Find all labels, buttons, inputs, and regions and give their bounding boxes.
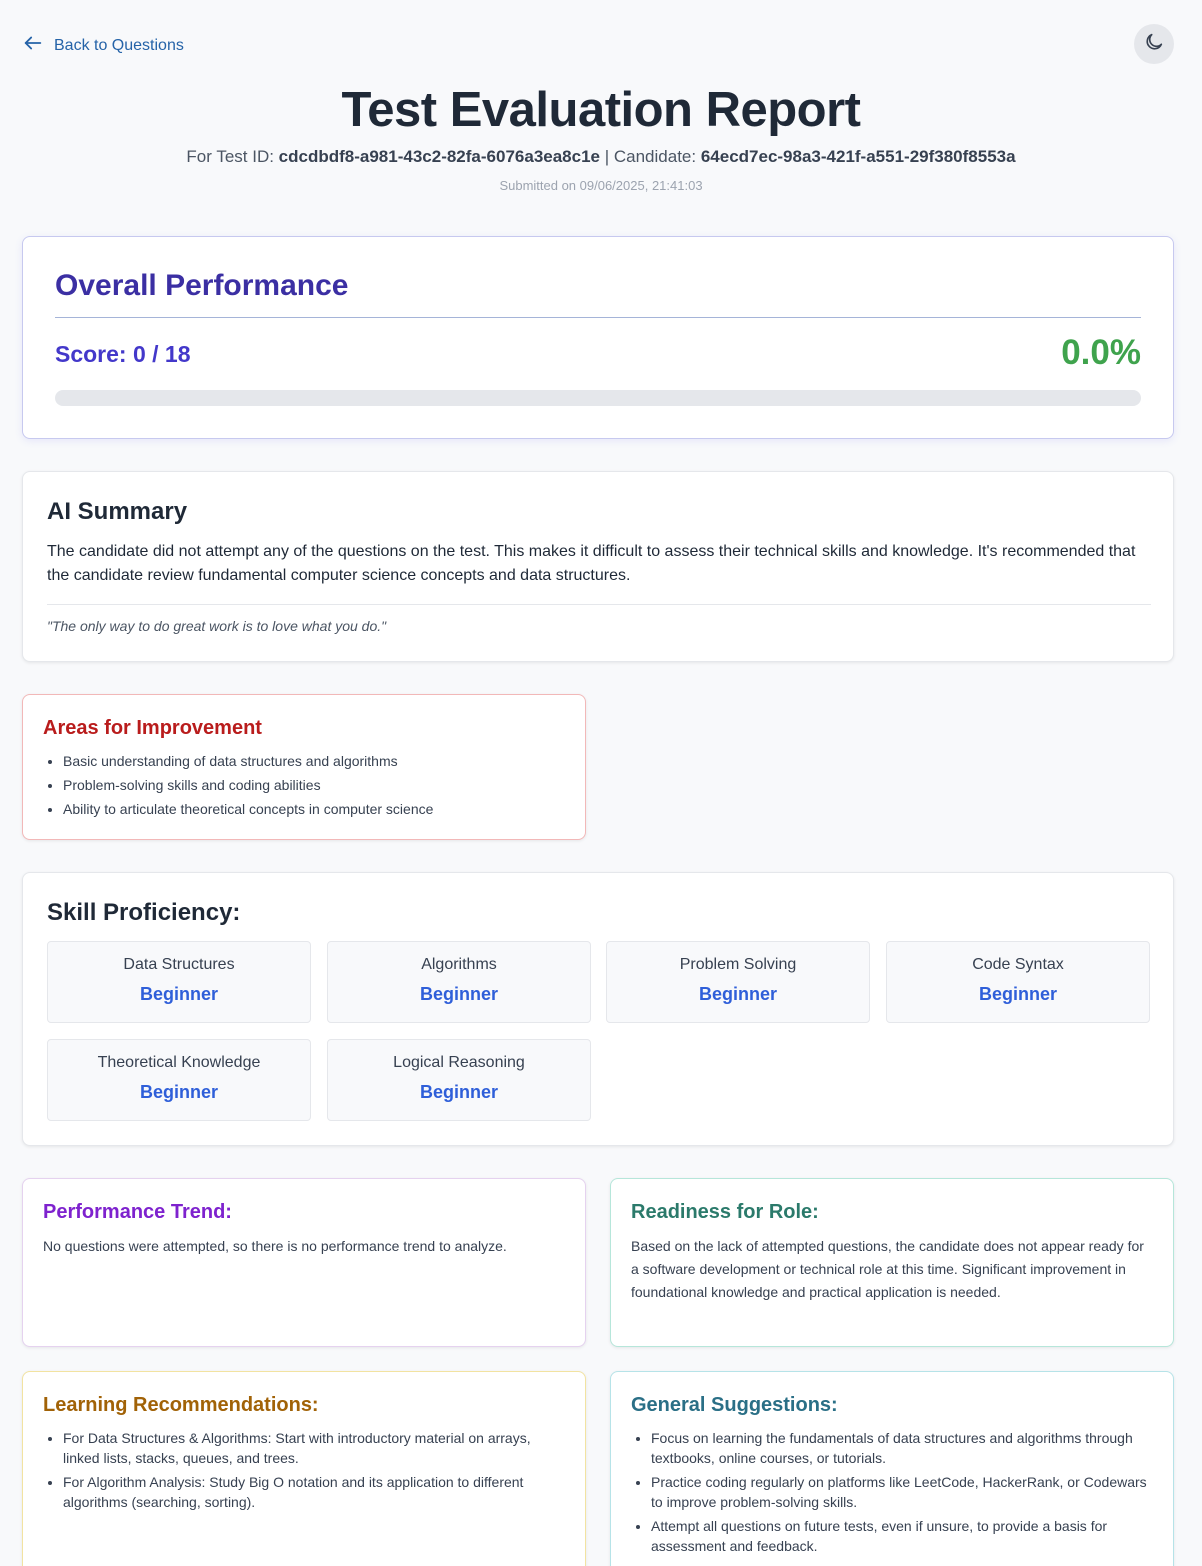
ai-summary-text: The candidate did not attempt any of the… (47, 543, 1136, 584)
performance-trend-card: Performance Trend: No questions were att… (22, 1178, 586, 1347)
ai-summary-card: AI Summary The candidate did not attempt… (22, 471, 1174, 662)
skill-name: Code Syntax (972, 956, 1064, 973)
list-item: Attempt all questions on future tests, e… (651, 1516, 1151, 1556)
skill-tile-problem-solving: Problem Solving Beginner (606, 941, 870, 1023)
test-meta-line: For Test ID: cdcdbdf8-a981-43c2-82fa-607… (0, 147, 1202, 167)
list-item: Practice coding regularly on platforms l… (651, 1472, 1151, 1512)
skill-level: Beginner (419, 1082, 498, 1102)
ai-summary-title: AI Summary (47, 498, 188, 525)
score-label: Score: 0 / 18 (55, 341, 191, 367)
submitted-timestamp: Submitted on 09/06/2025, 21:41:03 (499, 178, 703, 193)
overall-performance-title: Overall Performance (55, 269, 349, 302)
arrow-left-icon (22, 32, 44, 59)
theme-toggle-button[interactable] (1134, 24, 1174, 64)
page-title: Test Evaluation Report (341, 83, 861, 137)
learning-list: For Data Structures & Algorithms: Start … (63, 1428, 553, 1516)
list-item: For Algorithm Analysis: Study Big O nota… (63, 1472, 553, 1512)
motivational-quote: "The only way to do great work is to lov… (47, 618, 387, 634)
skill-level: Beginner (139, 984, 218, 1004)
skill-tile-code-syntax: Code Syntax Beginner (886, 941, 1150, 1023)
divider (47, 604, 1151, 605)
general-suggestions-title: General Suggestions: (631, 1394, 838, 1416)
areas-for-improvement-card: Areas for Improvement Basic understandin… (22, 694, 586, 840)
skill-name: Data Structures (123, 956, 235, 973)
back-label: Back to Questions (54, 36, 184, 54)
moon-icon (1143, 31, 1165, 58)
test-id-value: cdcdbdf8-a981-43c2-82fa-6076a3ea8c1e (278, 147, 600, 166)
general-suggestions-card: General Suggestions: Focus on learning t… (610, 1371, 1174, 1566)
skill-name: Algorithms (421, 956, 497, 973)
list-item: Focus on learning the fundamentals of da… (651, 1428, 1151, 1468)
skill-level: Beginner (419, 984, 498, 1004)
skill-proficiency-title: Skill Proficiency: (47, 899, 241, 926)
skill-tile-theoretical-knowledge: Theoretical Knowledge Beginner (47, 1039, 311, 1121)
skill-level: Beginner (978, 984, 1057, 1004)
general-suggestions-list: Focus on learning the fundamentals of da… (651, 1428, 1151, 1560)
learning-recommendations-card: Learning Recommendations: For Data Struc… (22, 1371, 586, 1566)
top-bar: Back to Questions (0, 0, 1202, 90)
divider (55, 317, 1141, 318)
skill-name: Problem Solving (679, 956, 797, 973)
areas-for-improvement-title: Areas for Improvement (43, 717, 262, 739)
test-id-prefix: For Test ID: (186, 147, 279, 166)
overall-performance-card: Overall Performance Score: 0 / 18 0.0% (22, 236, 1174, 439)
score-percentage: 0.0% (1061, 333, 1141, 372)
skill-proficiency-card: Skill Proficiency: Data Structures Begin… (22, 872, 1174, 1146)
learning-recommendations-title: Learning Recommendations: (43, 1394, 319, 1416)
score-progress-bar (55, 390, 1141, 406)
list-item: For Data Structures & Algorithms: Start … (63, 1428, 553, 1468)
improvement-list: Basic understanding of data structures a… (63, 751, 563, 823)
skill-tile-algorithms: Algorithms Beginner (327, 941, 591, 1023)
skill-tile-logical-reasoning: Logical Reasoning Beginner (327, 1039, 591, 1121)
skill-tile-data-structures: Data Structures Beginner (47, 941, 311, 1023)
performance-trend-title: Performance Trend: (43, 1201, 232, 1223)
readiness-for-role-card: Readiness for Role: Based on the lack of… (610, 1178, 1174, 1347)
readiness-for-role-title: Readiness for Role: (631, 1201, 819, 1223)
skill-level: Beginner (139, 1082, 218, 1102)
list-item: Problem-solving skills and coding abilit… (63, 775, 563, 795)
candidate-prefix: | Candidate: (600, 147, 701, 166)
back-to-questions-link[interactable]: Back to Questions (22, 32, 184, 59)
candidate-id-value: 64ecd7ec-98a3-421f-a551-29f380f8553a (700, 147, 1016, 166)
readiness-for-role-text: Based on the lack of attempted questions… (631, 1238, 1144, 1300)
list-item: Basic understanding of data structures a… (63, 751, 563, 771)
skill-name: Theoretical Knowledge (97, 1054, 261, 1071)
skill-name: Logical Reasoning (393, 1054, 525, 1071)
skill-level: Beginner (698, 984, 777, 1004)
performance-trend-text: No questions were attempted, so there is… (43, 1238, 507, 1254)
list-item: Ability to articulate theoretical concep… (63, 799, 563, 819)
